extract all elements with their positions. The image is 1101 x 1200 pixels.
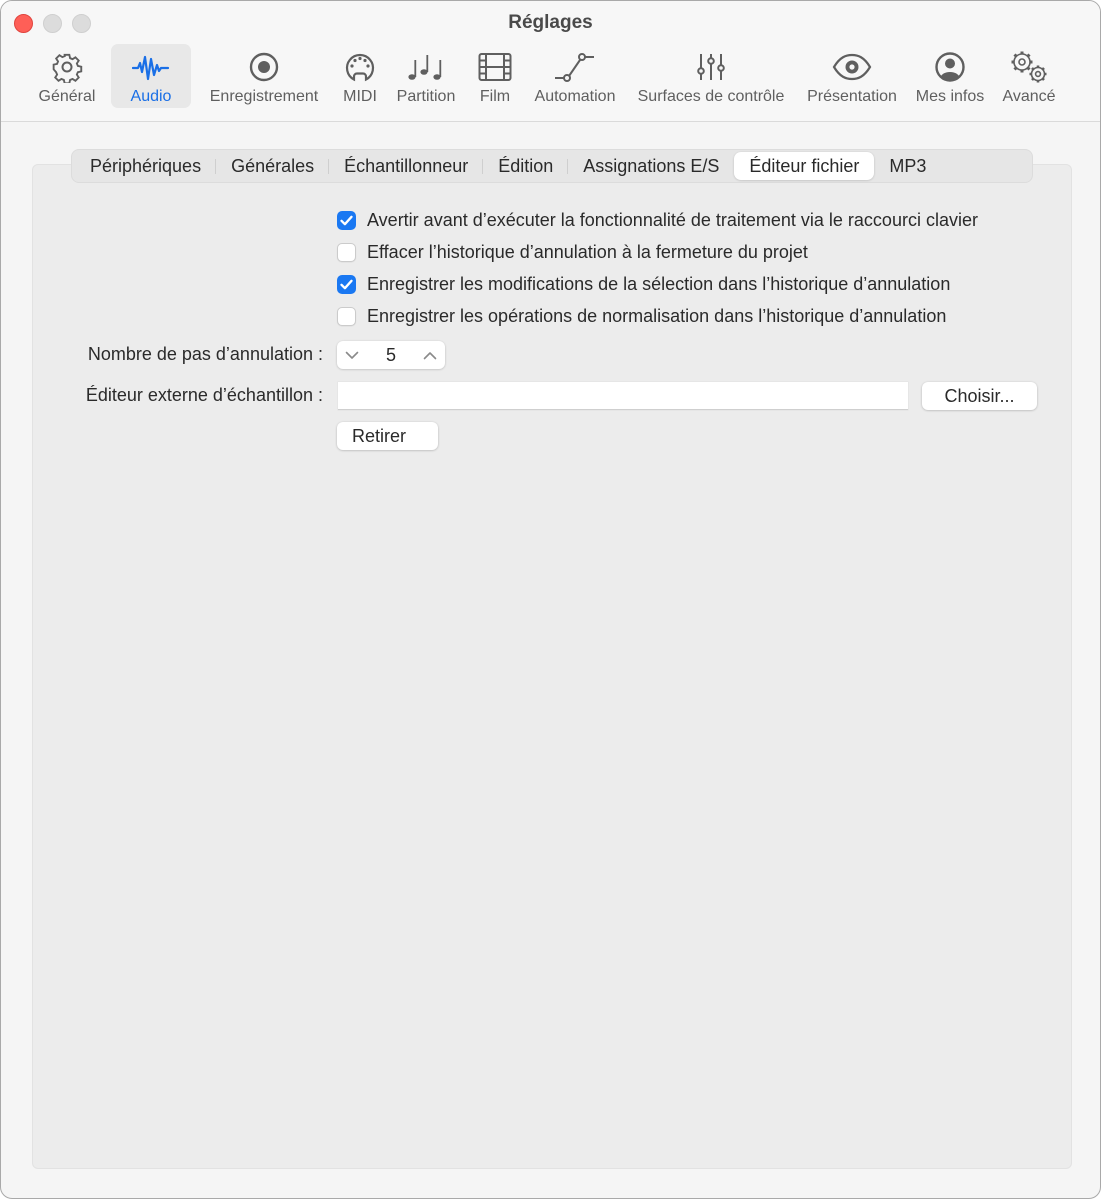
checkbox-checked[interactable] (337, 275, 356, 294)
gear-icon (51, 48, 83, 86)
tab-generales[interactable]: Générales (216, 152, 330, 180)
tab-peripheriques[interactable]: Périphériques (75, 152, 217, 180)
waveform-icon (132, 48, 170, 86)
checkbox-unchecked[interactable] (337, 307, 356, 326)
increment-button[interactable] (415, 341, 445, 369)
record-icon (248, 48, 280, 86)
option-label: Effacer l’historique d’annulation à la f… (367, 242, 808, 262)
person-circle-icon (934, 48, 966, 86)
option-warn-before-processing[interactable]: Avertir avant d’exécuter la fonctionnali… (337, 210, 978, 231)
option-record-selection-changes[interactable]: Enregistrer les modifications de la séle… (337, 274, 950, 295)
film-icon (478, 48, 512, 86)
toolbar-item-advanced[interactable]: Avancé (999, 44, 1059, 108)
title-bar: Réglages Général Audio Enregistrement MI… (1, 1, 1100, 122)
toolbar-item-audio[interactable]: Audio (111, 44, 191, 108)
music-notes-icon (407, 48, 445, 86)
remove-button[interactable]: Retirer (337, 422, 438, 450)
tab-mp3[interactable]: MP3 (874, 152, 941, 180)
option-label: Enregistrer les opérations de normalisat… (367, 306, 947, 326)
choose-button[interactable]: Choisir... (922, 382, 1037, 410)
checkbox-unchecked[interactable] (337, 243, 356, 262)
automation-curve-icon (553, 48, 597, 86)
undo-steps-label: Nombre de pas d’annulation : (87, 344, 323, 364)
tab-editeur-fichier[interactable]: Éditeur fichier (734, 152, 875, 180)
chevron-up-icon (423, 351, 437, 359)
tab-echantillonneur[interactable]: Échantillonneur (329, 152, 484, 180)
checkmark-icon (340, 215, 353, 226)
toolbar-item-control-surfaces[interactable]: Surfaces de contrôle (630, 44, 792, 108)
sliders-icon (696, 48, 726, 86)
undo-steps-stepper[interactable]: 5 (337, 341, 445, 369)
toolbar-item-automation[interactable]: Automation (529, 44, 621, 108)
checkmark-icon (340, 279, 353, 290)
toolbar-item-film[interactable]: Film (475, 44, 515, 108)
option-label: Enregistrer les modifications de la séle… (367, 274, 951, 294)
tab-edition[interactable]: Édition (483, 152, 569, 180)
external-editor-path-field[interactable] (338, 382, 908, 410)
tab-assignations-es[interactable]: Assignations E/S (568, 152, 734, 180)
external-editor-label: Éditeur externe d’échantillon : (85, 385, 323, 405)
toolbar-item-general[interactable]: Général (34, 44, 100, 108)
checkbox-checked[interactable] (337, 211, 356, 230)
undo-steps-value: 5 (385, 344, 396, 365)
toolbar-item-presentation[interactable]: Présentation (802, 44, 902, 108)
option-record-normalize-ops[interactable]: Enregistrer les opérations de normalisat… (337, 306, 946, 327)
decrement-button[interactable] (337, 341, 367, 369)
midi-connector-icon (344, 48, 376, 86)
toolbar-item-score[interactable]: Partition (392, 44, 460, 108)
segmented-tabs: Périphériques Générales Échantillonneur … (71, 149, 1033, 183)
toolbar-item-midi[interactable]: MIDI (339, 44, 381, 108)
option-label: Avertir avant d’exécuter la fonctionnali… (367, 210, 978, 230)
window-title: Réglages (508, 12, 593, 33)
settings-window: Réglages Général Audio Enregistrement MI… (0, 0, 1101, 1199)
gears-icon (1008, 48, 1050, 86)
eye-icon (832, 48, 872, 86)
toolbar-item-my-info[interactable]: Mes infos (911, 44, 989, 108)
toolbar-item-recording[interactable]: Enregistrement (204, 44, 324, 108)
option-clear-undo-history[interactable]: Effacer l’historique d’annulation à la f… (337, 242, 808, 263)
chevron-down-icon (345, 351, 359, 359)
